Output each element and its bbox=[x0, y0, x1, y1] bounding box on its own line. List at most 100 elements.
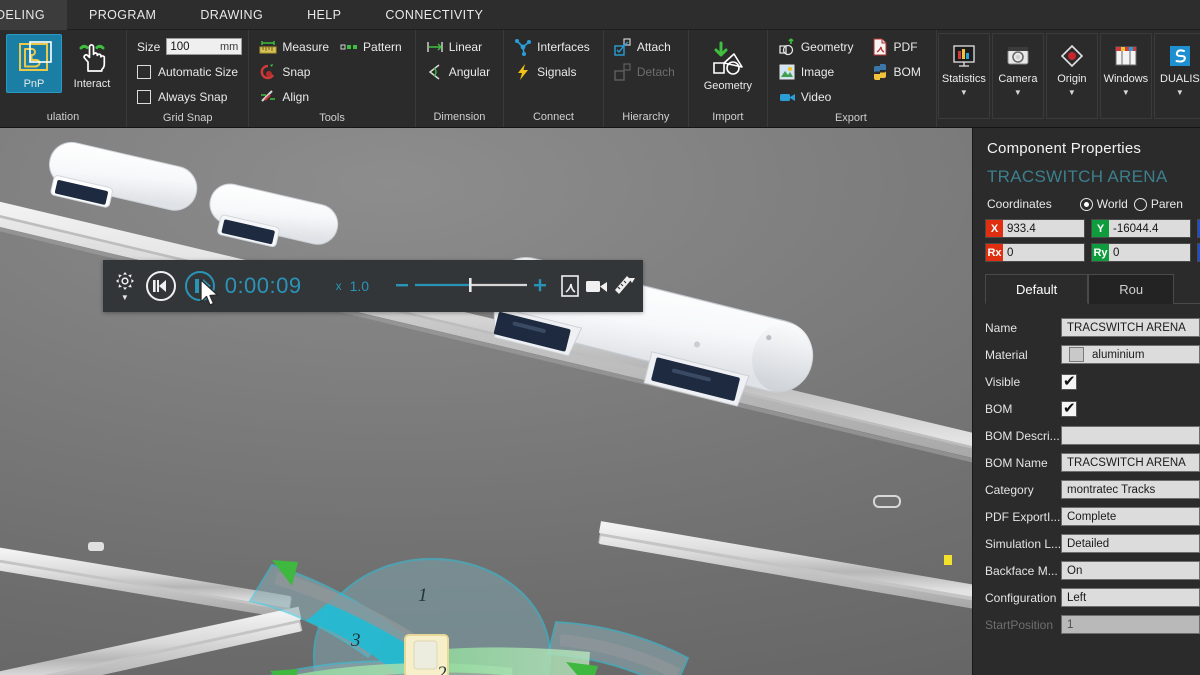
play-pause-button[interactable] bbox=[182, 269, 219, 306]
dualis-button[interactable]: DUALIS ▼ bbox=[1153, 33, 1200, 119]
export-pdf-button-media[interactable] bbox=[557, 275, 583, 297]
attach-button[interactable]: Attach bbox=[610, 34, 682, 59]
material-color-swatch[interactable] bbox=[1069, 347, 1084, 362]
origin-button[interactable]: Origin ▼ bbox=[1045, 33, 1098, 119]
always-snap-checkbox[interactable]: Always Snap bbox=[133, 84, 242, 109]
field-x[interactable]: X 933.4 bbox=[985, 219, 1085, 238]
playback-settings-button[interactable]: ▼ bbox=[109, 271, 141, 302]
ribbon-group-import: Geometry Import bbox=[687, 30, 767, 127]
coord-mode-world[interactable]: World bbox=[1079, 197, 1128, 211]
chevron-down-icon[interactable]: ▼ bbox=[960, 88, 968, 97]
visible-checkbox[interactable] bbox=[1061, 372, 1077, 390]
property-value-material[interactable]: aluminium bbox=[1061, 345, 1200, 364]
ribbon-group-label-connect: Connect bbox=[532, 111, 574, 123]
property-key: BOM Descri... bbox=[985, 428, 1060, 443]
export-bom-label: BOM bbox=[893, 64, 921, 79]
measure-tool-button[interactable] bbox=[611, 276, 637, 296]
pattern-button[interactable]: Pattern bbox=[336, 34, 409, 59]
field-ry[interactable]: Ry 0 bbox=[1091, 243, 1191, 262]
export-video-button[interactable]: Video bbox=[774, 84, 861, 109]
property-row-category: Category montratec Tracks bbox=[973, 476, 1200, 503]
property-value-configuration[interactable]: Left bbox=[1061, 588, 1200, 607]
signals-button[interactable]: Signals bbox=[510, 59, 597, 84]
property-value-category[interactable]: montratec Tracks bbox=[1061, 480, 1200, 499]
export-image-button[interactable]: Image bbox=[774, 59, 861, 84]
chevron-down-icon[interactable]: ▼ bbox=[1014, 88, 1022, 97]
windows-button[interactable]: Windows ▼ bbox=[1099, 33, 1152, 119]
field-rx[interactable]: Rx 0 bbox=[985, 243, 1085, 262]
pnp-button[interactable]: PnP bbox=[6, 34, 62, 93]
grid-size-label: Size bbox=[137, 39, 161, 54]
ribbon-group-simulation: PnP Interact ulation bbox=[0, 30, 126, 127]
grid-size-input[interactable]: 100 mm bbox=[166, 38, 243, 55]
interfaces-button[interactable]: Interfaces bbox=[510, 34, 597, 59]
property-row-configuration: Configuration Left bbox=[973, 584, 1200, 611]
property-row-simulation-level: Simulation L... Detailed bbox=[973, 530, 1200, 557]
linear-dimension-button[interactable]: Linear bbox=[422, 34, 497, 59]
angular-dimension-button[interactable]: Angular bbox=[422, 59, 497, 84]
export-bom-button[interactable]: BOM bbox=[867, 59, 928, 84]
chevron-down-icon[interactable]: ▼ bbox=[1068, 88, 1076, 97]
property-value-backface-mode[interactable]: On bbox=[1061, 561, 1200, 580]
align-button[interactable]: Align bbox=[255, 84, 408, 109]
menu-item-help[interactable]: HELP bbox=[285, 0, 363, 30]
plus-icon[interactable] bbox=[533, 278, 547, 295]
snap-label: Snap bbox=[282, 64, 311, 79]
axis-tag-ry: Ry bbox=[1092, 244, 1109, 261]
rewind-to-start-button[interactable] bbox=[141, 269, 182, 303]
axis-value-rx: 0 bbox=[1003, 244, 1084, 261]
measure-button[interactable]: Measure bbox=[255, 34, 336, 59]
tab-default[interactable]: Default bbox=[985, 274, 1089, 304]
minus-icon[interactable] bbox=[395, 278, 409, 295]
pdf-export-icon bbox=[561, 275, 579, 297]
material-name: aluminium bbox=[1092, 348, 1145, 361]
field-y[interactable]: Y -16044.4 bbox=[1091, 219, 1191, 238]
bom-checkbox[interactable] bbox=[1061, 399, 1077, 417]
property-value-bom-description[interactable] bbox=[1061, 426, 1200, 445]
detach-button[interactable]: Detach bbox=[610, 59, 682, 84]
dualis-logo-icon bbox=[1167, 39, 1193, 73]
simulation-time: 0:00:09 bbox=[224, 273, 302, 298]
property-row-pdf-export: PDF ExportI... Complete bbox=[973, 503, 1200, 530]
speed-slider-track[interactable] bbox=[415, 277, 528, 296]
property-value-bom-name[interactable]: TRACSWITCH ARENA bbox=[1061, 453, 1200, 472]
statistics-label: Statistics bbox=[941, 73, 986, 85]
statistics-button[interactable]: Statistics ▼ bbox=[937, 33, 990, 119]
export-geometry-button[interactable]: Geometry bbox=[774, 34, 861, 59]
property-value-simulation-level[interactable]: Detailed bbox=[1061, 534, 1200, 553]
menu-item-drawing[interactable]: DRAWING bbox=[178, 0, 285, 30]
export-pdf-button[interactable]: PDF bbox=[867, 34, 928, 59]
interact-button[interactable]: Interact bbox=[64, 34, 120, 93]
attach-icon bbox=[614, 37, 632, 56]
property-value-pdf-export[interactable]: Complete bbox=[1061, 507, 1200, 526]
3d-viewport[interactable]: 1 2 3 ▼ 0:00:09 x 1.0 bbox=[0, 128, 972, 675]
menu-item-connectivity[interactable]: CONNECTIVITY bbox=[363, 0, 505, 30]
speed-slider-group[interactable] bbox=[395, 277, 547, 296]
property-value-name[interactable]: TRACSWITCH ARENA bbox=[1061, 318, 1200, 337]
origin-target-icon bbox=[1059, 39, 1085, 73]
camera-button[interactable]: Camera ▼ bbox=[991, 33, 1044, 119]
tab-routing[interactable]: Rou bbox=[1088, 274, 1175, 304]
menu-item-program[interactable]: PROGRAM bbox=[67, 0, 178, 30]
menu-item-modeling[interactable]: DELING bbox=[0, 0, 67, 30]
export-geometry-icon bbox=[778, 37, 796, 56]
menu-bar: DELING PROGRAM DRAWING HELP CONNECTIVITY bbox=[0, 0, 1200, 30]
chevron-down-icon[interactable]: ▼ bbox=[1176, 88, 1184, 97]
record-video-button[interactable] bbox=[583, 277, 611, 295]
lightning-bolt-icon bbox=[514, 63, 532, 81]
automatic-size-checkbox[interactable]: Automatic Size bbox=[133, 59, 242, 84]
pattern-icon bbox=[340, 38, 358, 56]
snap-button[interactable]: Snap bbox=[255, 59, 408, 84]
port-label-2: 2 bbox=[437, 663, 447, 675]
mouse-cursor bbox=[199, 279, 218, 306]
chevron-down-icon[interactable]: ▼ bbox=[1122, 88, 1130, 97]
property-row-material: Material aluminium bbox=[973, 341, 1200, 368]
chevron-down-icon[interactable]: ▼ bbox=[121, 293, 129, 302]
windows-layout-icon bbox=[1113, 39, 1139, 73]
property-key: BOM Name bbox=[985, 455, 1048, 470]
property-key: Material bbox=[985, 347, 1028, 362]
import-geometry-button[interactable]: Geometry bbox=[695, 36, 761, 95]
property-value-start-position: 1 bbox=[1061, 615, 1200, 634]
grid-size-row: Size 100 mm bbox=[133, 34, 243, 59]
coord-mode-parent[interactable]: Paren bbox=[1133, 197, 1183, 211]
